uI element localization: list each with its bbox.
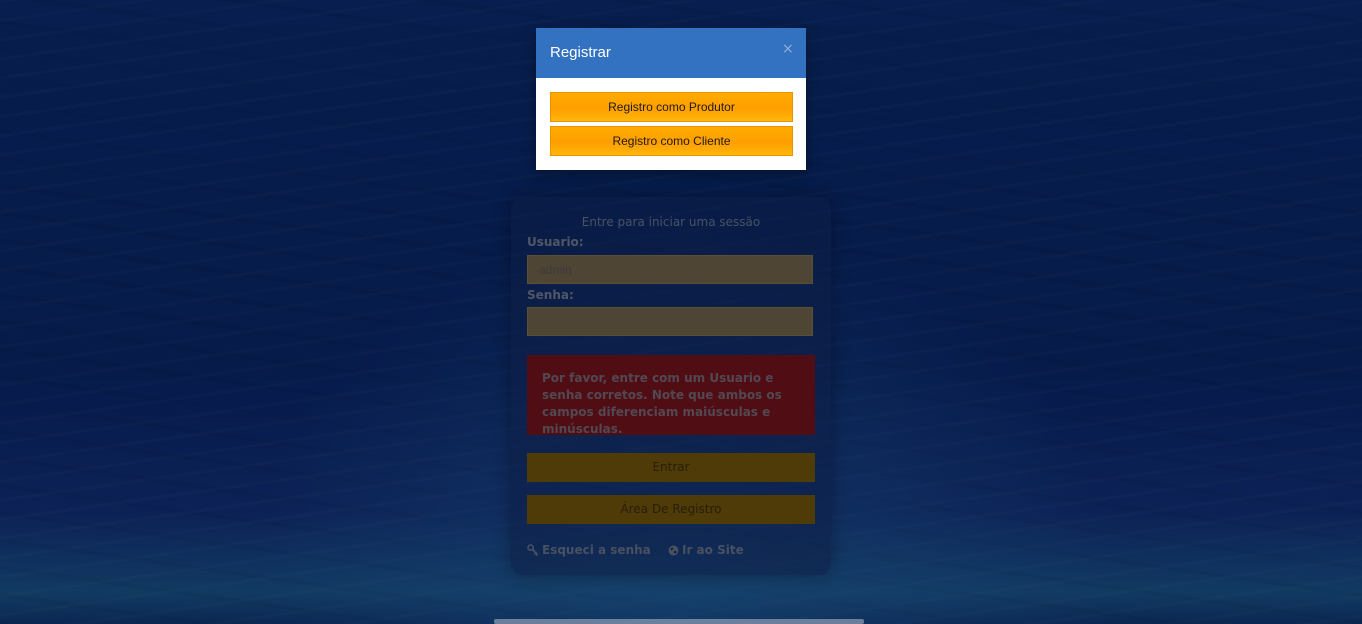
register-modal: Registrar × Registro como Produtor Regis…	[536, 28, 806, 170]
register-client-button[interactable]: Registro como Cliente	[550, 126, 793, 156]
horizontal-scrollbar[interactable]	[494, 619, 864, 624]
close-icon[interactable]: ×	[782, 41, 794, 57]
modal-header: Registrar ×	[536, 28, 806, 78]
register-producer-button[interactable]: Registro como Produtor	[550, 92, 793, 122]
modal-title: Registrar	[550, 44, 611, 61]
